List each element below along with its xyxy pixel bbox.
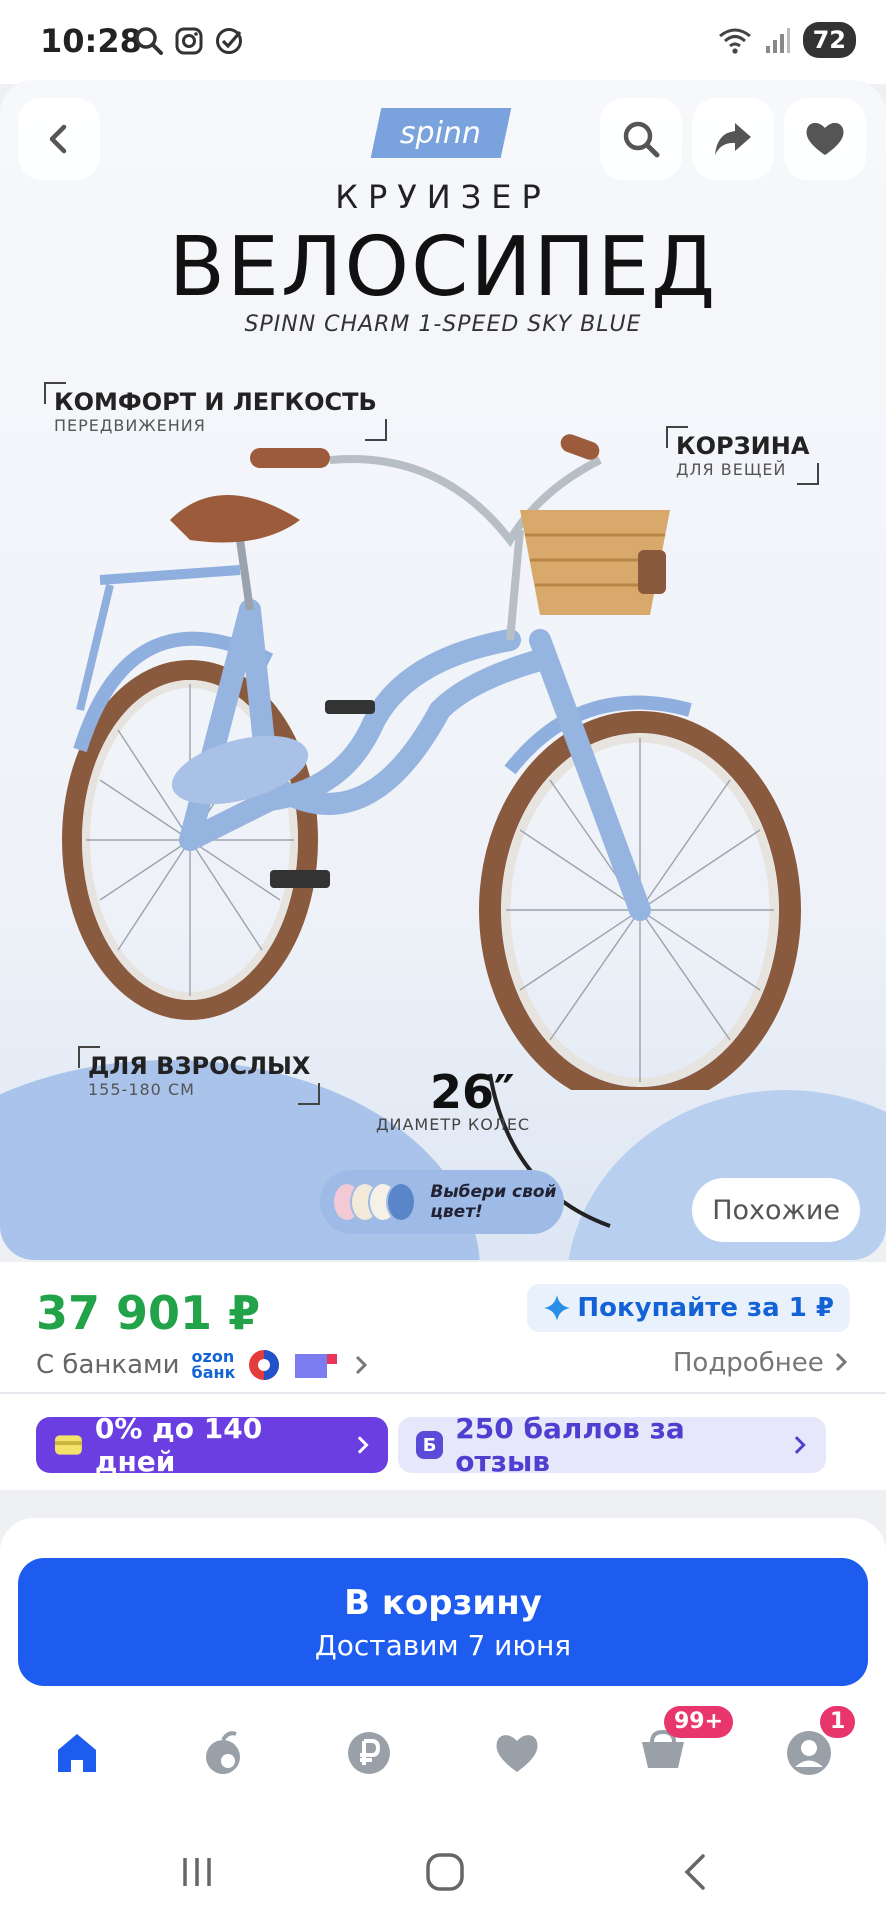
ozon-bank-logo: ozon банк [192,1349,236,1381]
points-icon: Б [416,1431,444,1459]
more-details-link[interactable]: Подробнее [673,1348,850,1378]
buy-for-1-ruble-button[interactable]: Покупайте за 1 ₽ [527,1284,850,1332]
add-to-cart-label: В корзину [344,1582,542,1623]
heart-icon [496,1735,538,1772]
tab-profile[interactable]: 1 [774,1706,856,1788]
system-navigation-bar [0,1822,886,1920]
heart-icon [806,122,844,155]
installment-offer[interactable]: 0% до 140 дней [36,1412,388,1478]
status-icons-left [134,26,244,56]
wifi-icon [718,28,751,54]
search-button[interactable] [600,98,682,180]
search-icon [623,121,660,158]
wheel-size-caption: ДИАМЕТР КОЛЕС [376,1115,531,1134]
back-button[interactable] [18,98,100,180]
check-circle-icon [216,28,242,54]
status-time: 10:28 [40,22,142,60]
color-dot-blue [386,1182,417,1222]
bottom-tab-bar: 99+ 1 [0,1704,886,1800]
tab-fresh[interactable] [188,1718,258,1788]
add-to-cart-button[interactable]: В корзину Доставим 7 июня [18,1558,868,1686]
profile-badge: 1 [820,1706,856,1738]
delivery-date: Доставим 7 июня [314,1628,572,1662]
cart-badge: 99+ [664,1706,734,1738]
home-icon [58,1734,96,1772]
bank-logo-icon [249,1350,280,1380]
hero-model: SPINN CHARM 1-SPEED SKY BLUE [244,312,642,337]
signal-icon [765,28,790,53]
status-bar: 10:28 72 [0,0,886,84]
product-image-gallery[interactable]: spinn КРУИЗЕР ВЕЛОСИПЕД SPINN CHARM 1-SP… [0,80,886,1260]
share-button[interactable] [692,98,774,180]
fresh-icon [206,1731,240,1774]
brand-logo-text: spinn [400,115,482,151]
installment-label: 0% до 140 дней [94,1412,263,1478]
wheel-size: 26″ [430,1065,515,1119]
more-details-label: Подробнее [672,1348,824,1378]
back-icon [684,1854,705,1890]
banks-label: С банками [36,1350,180,1380]
tab-cart[interactable]: 99+ [628,1706,734,1788]
back-system-button[interactable] [660,1842,730,1902]
chevron-right-icon [356,1355,368,1375]
hero-subtitle: КРУИЗЕР [335,178,551,216]
buy-for-label: Покупайте за 1 ₽ [577,1293,834,1323]
divider [0,1392,886,1394]
sparkle-icon [544,1295,571,1321]
recent-apps-button[interactable] [162,1842,232,1902]
brand-logo: spinn [370,108,512,158]
chevron-right-icon [835,1352,848,1372]
share-icon [715,123,751,155]
color-chooser[interactable]: Выбери свой цвет! [320,1170,564,1234]
hero-title: ВЕЛОСИПЕД [168,220,718,315]
color-chooser-label: Выбери свой цвет! [430,1182,557,1222]
home-circle-icon [426,1853,464,1891]
bicycle-illustration [62,434,801,1090]
recent-apps-icon [183,1858,211,1886]
chevron-right-icon [795,1436,807,1454]
battery-indicator: 72 [802,22,856,58]
tab-home[interactable] [42,1718,112,1788]
review-points-label: 250 баллов за отзыв [455,1412,685,1478]
card-icon [54,1435,82,1455]
status-icons-right: 72 [717,22,856,58]
favorite-button[interactable] [784,98,866,180]
product-price: 37 901 ₽ [36,1286,261,1340]
price-card: 37 901 ₽ Покупайте за 1 ₽ С банками ozon… [0,1262,886,1490]
bank-logo-icon [295,1354,338,1378]
bank-offers-row[interactable]: С банками ozon банк [36,1348,371,1382]
ruble-icon [348,1732,390,1774]
instagram-icon [175,27,203,55]
home-system-button[interactable] [410,1842,480,1902]
chevron-left-icon [49,124,67,154]
tab-favorites[interactable] [482,1718,552,1788]
chevron-right-icon [357,1436,369,1454]
similar-products-button[interactable]: Похожие [692,1178,860,1242]
review-points-offer[interactable]: Б 250 баллов за отзыв [398,1412,826,1478]
search-icon [135,27,163,55]
ozon-bank-line2: банк [191,1363,236,1382]
tab-finance[interactable] [334,1718,404,1788]
